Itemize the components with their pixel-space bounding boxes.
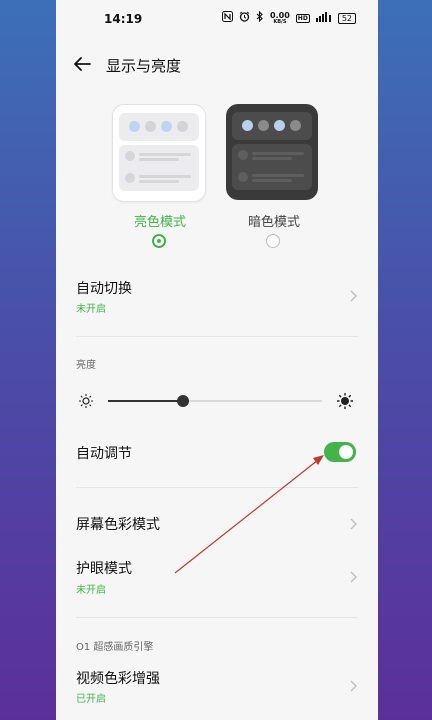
brightness-high-icon: [336, 392, 354, 414]
phone-screen: 14:19 0.00 KB/S HD 52 显示与亮度 亮色模式 暗色模式 自动…: [56, 0, 378, 720]
net-speed: 0.00 KB/S: [270, 11, 290, 25]
alarm-icon: [239, 11, 250, 26]
auto-switch-status: 未开启: [76, 304, 106, 315]
brightness-low-icon: [78, 393, 94, 413]
video-color-row[interactable]: 视频色彩增强 已开启: [56, 660, 378, 710]
annotation-arrow: [174, 455, 324, 574]
divider: [76, 487, 358, 488]
auto-adjust-title: 自动调节: [76, 446, 132, 462]
divider: [76, 336, 358, 337]
toggle-knob: [339, 445, 353, 459]
auto-switch-row[interactable]: 自动切换 未开启: [56, 270, 378, 320]
auto-switch-title: 自动切换: [76, 281, 132, 297]
preview-body: [232, 144, 312, 190]
chevron-right-icon: [348, 288, 358, 302]
preview-body: [119, 145, 199, 191]
dark-mode-preview[interactable]: [226, 104, 318, 200]
page-header: 显示与亮度: [56, 46, 378, 82]
auto-adjust-toggle[interactable]: [324, 442, 356, 462]
chevron-right-icon: [348, 569, 358, 583]
light-mode-preview[interactable]: [112, 104, 206, 202]
eye-care-title: 护眼模式: [76, 561, 132, 577]
brightness-slider-fill: [108, 400, 183, 402]
bluetooth-icon: [256, 10, 264, 26]
status-icons: 0.00 KB/S HD 52: [222, 10, 356, 26]
status-time: 14:19: [104, 12, 143, 26]
eye-care-row[interactable]: 护眼模式 未开启: [56, 552, 378, 602]
video-color-title: 视频色彩增强: [76, 671, 160, 687]
chevron-right-icon: [348, 678, 358, 692]
engine-section-label: O1 超感画质引擎: [76, 642, 154, 653]
video-color-status: 已开启: [76, 694, 106, 705]
brightness-slider-thumb[interactable]: [176, 395, 189, 407]
screen-color-title: 屏幕色彩模式: [76, 517, 160, 533]
status-bar: 14:19 0.00 KB/S HD 52: [56, 0, 378, 40]
light-mode-label[interactable]: 亮色模式: [134, 211, 186, 230]
divider: [76, 617, 358, 618]
eye-care-status: 未开启: [76, 585, 106, 596]
dark-mode-radio[interactable]: [266, 234, 280, 248]
chevron-right-icon: [348, 516, 358, 530]
brightness-label: 亮度: [76, 360, 96, 371]
page-title: 显示与亮度: [106, 57, 182, 75]
back-arrow-icon[interactable]: [70, 52, 94, 76]
hd-badge: HD: [295, 14, 310, 23]
dark-mode-label[interactable]: 暗色模式: [248, 211, 300, 230]
preview-header: [232, 112, 312, 140]
battery-indicator: 52: [337, 13, 356, 24]
screen-color-row[interactable]: 屏幕色彩模式: [56, 506, 378, 542]
signal-icon: [315, 11, 332, 26]
light-mode-radio[interactable]: [152, 234, 166, 248]
preview-header: [119, 113, 199, 141]
nfc-icon: [222, 11, 234, 26]
